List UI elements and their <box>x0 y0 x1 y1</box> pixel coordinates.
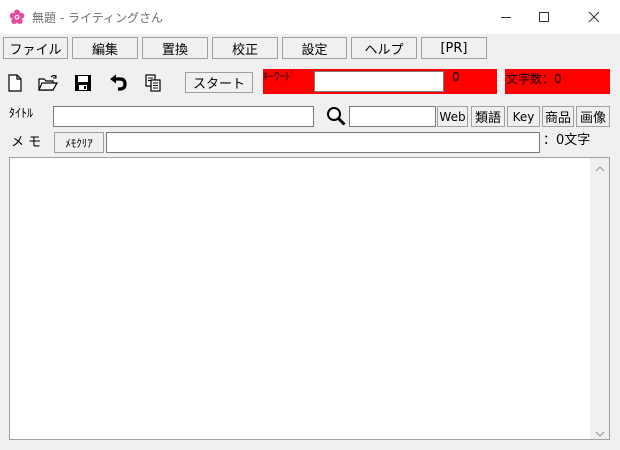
body-textarea[interactable] <box>9 157 610 440</box>
vertical-scrollbar[interactable] <box>590 158 609 439</box>
web-search-button[interactable]: Web <box>437 106 468 127</box>
keyword-label: ｷｰﾜｰﾄﾞ <box>263 70 296 83</box>
product-button[interactable]: 商品 <box>542 106 574 127</box>
open-folder-icon[interactable] <box>38 72 58 94</box>
thesaurus-button[interactable]: 類語 <box>471 106 505 127</box>
menu-pr-button[interactable]: [PR] <box>421 37 487 59</box>
title-input[interactable] <box>53 106 314 127</box>
memo-input[interactable] <box>106 132 540 153</box>
title-label: ﾀｲﾄﾙ <box>9 106 34 120</box>
menu-replace-button[interactable]: 置換 <box>142 37 208 59</box>
keyword-input[interactable] <box>314 71 444 92</box>
menu-proofread-button[interactable]: 校正 <box>212 37 278 59</box>
scroll-down-icon[interactable] <box>595 427 605 437</box>
maximize-icon[interactable] <box>521 0 567 34</box>
keyword-count: 0 <box>452 70 460 84</box>
menu-file-button[interactable]: ファイル <box>3 37 68 59</box>
save-icon[interactable] <box>73 72 93 94</box>
memo-clear-button[interactable]: ﾒﾓｸﾘｱ <box>54 132 104 153</box>
menu-settings-button[interactable]: 設定 <box>282 37 347 59</box>
undo-icon[interactable] <box>108 72 128 94</box>
start-button[interactable]: スタート <box>185 72 253 93</box>
copy-icon[interactable] <box>143 72 163 94</box>
menu-edit-button[interactable]: 編集 <box>72 37 138 59</box>
search-input[interactable] <box>349 106 436 127</box>
window-title: 無題 - ライティングさん <box>32 11 163 25</box>
new-file-icon[interactable] <box>5 72 25 94</box>
memo-char-count: ：0文字 <box>543 133 591 148</box>
close-icon[interactable] <box>571 0 617 34</box>
search-icon[interactable] <box>326 106 346 126</box>
key-button[interactable]: Key <box>507 106 540 127</box>
pink-flower-icon[interactable] <box>9 9 25 25</box>
char-count-label: 文字数：0 <box>506 72 562 86</box>
image-button[interactable]: 画像 <box>576 106 610 127</box>
title-bar[interactable]: 無題 - ライティングさん <box>0 0 620 34</box>
scroll-up-icon[interactable] <box>595 162 605 172</box>
memo-label: メ モ <box>11 135 42 150</box>
menu-help-button[interactable]: ヘルプ <box>351 37 417 59</box>
